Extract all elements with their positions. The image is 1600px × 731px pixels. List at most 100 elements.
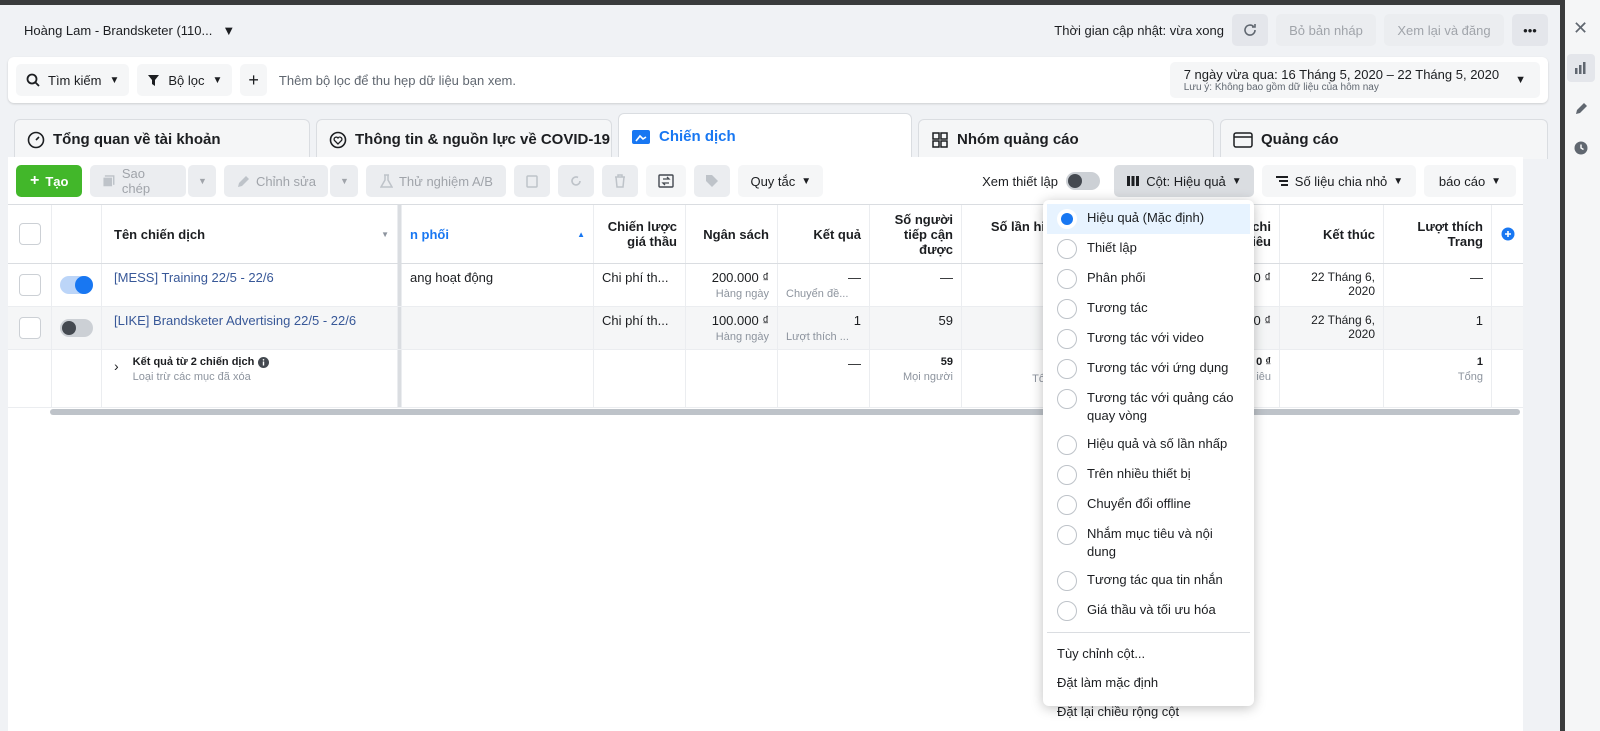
column-preset-video[interactable]: Tương tác với video [1047,324,1250,354]
tag-button[interactable] [694,165,731,197]
set-default-item[interactable]: Đặt làm mặc định [1047,668,1250,697]
header-label: Lượt thích Trang [1417,219,1483,249]
ends-cell: 22 Tháng 6, 2020 [1280,264,1384,306]
tab-ads[interactable]: Quảng cáo [1220,119,1548,159]
header-bid-strategy[interactable]: Chiến lược giá thầu [594,205,686,263]
edit-label: Chỉnh sửa [255,173,316,189]
clock-icon[interactable] [1567,134,1595,162]
close-icon[interactable]: ✕ [1573,18,1588,39]
edit-dropdown[interactable]: ▼ [330,165,359,197]
preset-label: Hiệu quả (Mặc định) [1087,210,1205,225]
filter-button[interactable]: Bộ lọc ▼ [137,64,233,96]
column-preset-delivery[interactable]: Phân phối [1047,264,1250,294]
duplicate-button[interactable]: Sao chép [90,165,187,197]
table-row[interactable]: [LIKE] Brandsketer Advertising 22/5 - 22… [8,307,1523,350]
customize-columns-item[interactable]: Tùy chỉnh cột... [1047,639,1250,668]
columns-button[interactable]: Cột: Hiệu quả ▼ [1114,165,1254,197]
budget-cell: 100.000 ₫ Hàng ngày [686,307,778,349]
create-label: Tạo [45,173,69,189]
row-checkbox[interactable] [18,317,41,339]
info-icon[interactable] [258,356,270,368]
breakdown-button[interactable]: Số liệu chia nhỏ ▼ [1262,165,1416,197]
edit-button[interactable]: Chỉnh sửa [224,165,329,197]
date-range-picker[interactable]: 7 ngày vừa qua: 16 Tháng 5, 2020 – 22 Th… [1169,62,1540,98]
clipboard-button[interactable] [514,165,551,197]
summary-title-cell[interactable]: › Kết quả từ 2 chiến dịch Loại trừ các m… [102,350,398,407]
column-preset-setup[interactable]: Thiết lập [1047,234,1250,264]
header-label: Số người tiếp cận được [894,211,953,257]
header-budget[interactable]: Ngân sách [686,205,778,263]
ad-window-icon [1233,131,1253,148]
preset-label: Tương tác với quảng cáo quay vòng [1087,390,1234,423]
toggle-header-cell [52,205,102,263]
header-ends[interactable]: Kết thúc [1280,205,1384,263]
column-preset-carousel[interactable]: Tương tác với quảng cáo quay vòng [1047,384,1250,430]
preview-button[interactable] [646,165,687,197]
column-preset-app[interactable]: Tương tác với ứng dụng [1047,354,1250,384]
add-filter-placeholder[interactable]: Thêm bộ lọc để thu hẹp dữ liệu bạn xem. [279,73,516,88]
plus-icon: + [30,172,40,189]
rules-button[interactable]: Quy tắc ▼ [738,165,824,197]
column-preset-cross-device[interactable]: Trên nhiều thiết bị [1047,460,1250,490]
column-preset-bidding[interactable]: Giá thầu và tối ưu hóa [1047,596,1250,626]
tab-ad-sets[interactable]: Nhóm quảng cáo [918,119,1214,159]
add-column-button[interactable] [1492,205,1523,263]
clipboard-icon [526,175,539,188]
view-setup-toggle[interactable] [1066,172,1100,190]
select-all-cell [8,205,52,263]
budget-value: 200.000 ₫ [711,270,769,285]
more-options-button[interactable]: ••• [1512,14,1548,46]
tab-account-overview[interactable]: Tổng quan về tài khoản [14,119,310,159]
preset-label: Thiết lập [1087,240,1137,255]
radio-icon [1057,359,1077,379]
account-selector[interactable]: Hoàng Lam - Brandsketer (110... ▼ [24,23,235,38]
chevron-right-icon[interactable]: › [114,358,119,401]
chart-icon[interactable] [1567,54,1595,82]
summary-sub: Loại trừ các mục đã xóa [132,371,251,383]
tab-covid-info[interactable]: Thông tin & nguồn lực về COVID-19 [316,119,612,159]
add-filter-button[interactable]: + [240,64,267,96]
discard-draft-button[interactable]: Bỏ bản nháp [1276,14,1376,46]
caret-down-icon: ▼ [1515,74,1526,86]
header-page-likes[interactable]: Lượt thích Trang [1384,205,1492,263]
header-results[interactable]: Kết quả [778,205,870,263]
discard-button[interactable] [558,165,595,197]
table-row[interactable]: [MESS] Training 22/5 - 22/6 ang hoạt độn… [8,264,1523,307]
horizontal-scrollbar[interactable] [50,409,1520,415]
campaign-on-toggle[interactable] [60,276,93,294]
pencil-icon[interactable] [1567,94,1595,122]
search-button[interactable]: Tìm kiếm ▼ [16,64,130,96]
refresh-button[interactable] [1232,14,1268,46]
results-cell: 1 Lượt thích ... [778,307,870,349]
ends-cell: 22 Tháng 6, 2020 [1280,307,1384,349]
tab-campaigns[interactable]: Chiến dịch [618,113,912,159]
column-preset-performance[interactable]: Hiệu quả (Mặc định) [1047,204,1250,234]
column-preset-offline[interactable]: Chuyển đổi offline [1047,490,1250,520]
results-sub: Lượt thích ... [786,331,849,343]
review-publish-button[interactable]: Xem lại và đăng [1384,14,1504,46]
tab-label: Tổng quan về tài khoản [53,131,221,148]
column-preset-messaging[interactable]: Tương tác qua tin nhắn [1047,566,1250,596]
undo-icon [571,176,582,186]
header-campaign-name[interactable]: Tên chiến dịch ▼ [102,205,398,263]
column-preset-targeting[interactable]: Nhắm mục tiêu và nội dung [1047,520,1250,566]
campaign-off-toggle[interactable] [60,319,93,337]
row-checkbox[interactable] [18,274,41,296]
budget-value: 100.000 ₫ [711,313,769,328]
column-preset-clicks[interactable]: Hiệu quả và số lần nhấp [1047,430,1250,460]
campaign-name-link[interactable]: [LIKE] Brandsketer Advertising 22/5 - 22… [102,307,398,349]
campaign-name-link[interactable]: [MESS] Training 22/5 - 22/6 [102,264,398,306]
summary-blank-cell [8,350,52,407]
header-impressions[interactable]: Số lần hi [962,205,1054,263]
column-preset-engagement[interactable]: Tương tác [1047,294,1250,324]
header-reach[interactable]: Số người tiếp cận được [870,205,962,263]
reports-button[interactable]: báo cáo ▼ [1424,165,1516,197]
duplicate-dropdown[interactable]: ▼ [188,165,217,197]
delete-button[interactable] [602,165,639,197]
header-delivery[interactable]: n phối ▲ [402,205,594,263]
ab-test-button[interactable]: Thử nghiệm A/B [366,165,507,197]
select-all-checkbox[interactable] [18,223,41,245]
create-button[interactable]: + Tạo [16,165,83,197]
summary-blank-cell [686,350,778,407]
reset-widths-item[interactable]: Đặt lại chiều rộng cột [1047,697,1250,726]
